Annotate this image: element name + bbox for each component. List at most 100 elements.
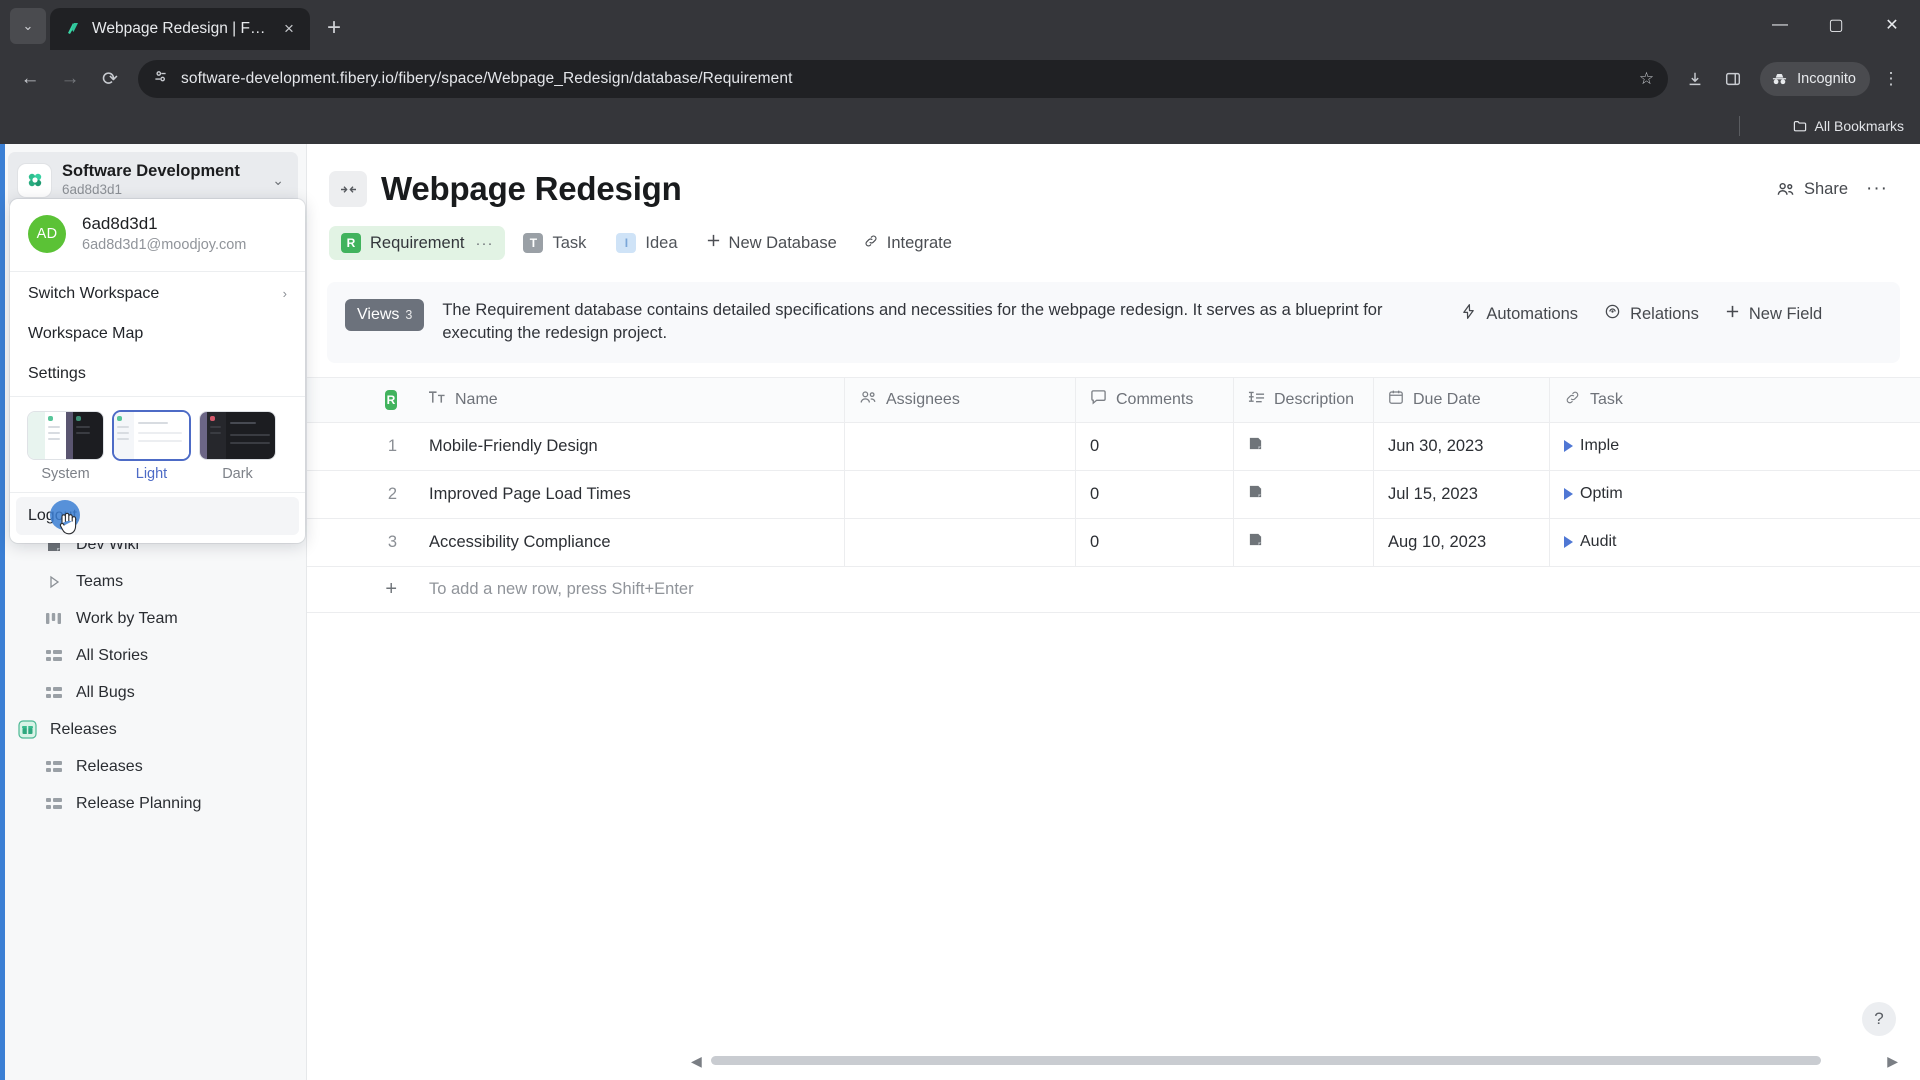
sidebar-item-teams[interactable]: Teams <box>6 563 299 600</box>
new-database-button[interactable]: New Database <box>696 233 847 253</box>
scroll-right-icon[interactable]: ▶ <box>1887 1053 1898 1070</box>
database-badge: I <box>616 233 637 253</box>
incognito-label: Incognito <box>1797 71 1856 87</box>
relations-button[interactable]: Relations <box>1604 303 1699 325</box>
column-header-task[interactable]: Task <box>1550 378 1750 422</box>
cell-name[interactable]: Accessibility Compliance <box>415 518 845 566</box>
column-header-name[interactable]: Name <box>415 377 845 422</box>
automations-button[interactable]: Automations <box>1460 303 1578 325</box>
cell-task[interactable]: Imple <box>1550 423 1750 470</box>
cell-task[interactable]: Audit <box>1550 519 1750 566</box>
forward-icon[interactable]: → <box>52 61 88 97</box>
incognito-indicator[interactable]: Incognito <box>1760 62 1870 96</box>
add-row-button[interactable]: + To add a new row, press Shift+Enter <box>307 567 1920 613</box>
chevron-right-icon: › <box>282 286 287 302</box>
chevron-down-icon[interactable]: ⌄ <box>272 172 288 189</box>
new-tab-button[interactable]: + <box>318 12 350 44</box>
integrate-button[interactable]: Integrate <box>853 233 962 254</box>
window-close-button[interactable]: ✕ <box>1864 0 1920 50</box>
theme-label: Dark <box>222 465 253 482</box>
column-header-description[interactable]: Description <box>1234 377 1374 422</box>
back-icon[interactable]: ← <box>12 61 48 97</box>
cell-description[interactable] <box>1234 470 1374 518</box>
relations-label: Relations <box>1630 304 1699 323</box>
tab-strip: ⌄ Webpage Redesign | Fibery × + — ▢ ✕ <box>0 0 1920 50</box>
cell-assignees[interactable] <box>845 422 1076 470</box>
grid-table: R Name Assignees Comments Description Du… <box>307 376 1920 613</box>
column-header-due-date[interactable]: Due Date <box>1374 377 1550 422</box>
close-icon[interactable]: × <box>278 18 300 40</box>
maximize-button[interactable]: ▢ <box>1808 0 1864 50</box>
scrollbar-thumb[interactable] <box>711 1056 1821 1065</box>
task-flag-icon <box>1564 440 1573 453</box>
browser-tab[interactable]: Webpage Redesign | Fibery × <box>50 8 310 50</box>
divider <box>1739 116 1740 136</box>
cell-name[interactable]: Improved Page Load Times <box>415 470 845 518</box>
sidebar-item-all-bugs[interactable]: All Bugs <box>6 674 299 711</box>
sidebar-item-label: All Bugs <box>76 683 135 701</box>
sidebar-item-releases[interactable]: Releases <box>6 748 299 785</box>
menu-item-settings[interactable]: Settings <box>10 354 305 394</box>
tab-more-icon[interactable]: ··· <box>475 235 493 252</box>
account-row[interactable]: AD 6ad8d3d1 6ad8d3d1@moodjoy.com <box>10 199 305 269</box>
new-field-button[interactable]: New Field <box>1725 304 1822 324</box>
table-row[interactable]: 1 Mobile-Friendly Design 0 Jun 30, 2023 … <box>307 422 1920 471</box>
tab-requirement[interactable]: R Requirement ··· <box>329 226 506 260</box>
table-row[interactable]: 3 Accessibility Compliance 0 Aug 10, 202… <box>307 518 1920 567</box>
minimize-button[interactable]: — <box>1752 0 1808 50</box>
column-header-comments[interactable]: Comments <box>1076 377 1234 422</box>
table-row[interactable]: 2 Improved Page Load Times 0 Jul 15, 202… <box>307 470 1920 519</box>
sidebar-item-all-stories[interactable]: All Stories <box>6 637 299 674</box>
theme-option-dark[interactable]: Dark <box>200 411 275 482</box>
reload-icon[interactable]: ⟳ <box>92 61 128 97</box>
new-database-label: New Database <box>728 233 837 252</box>
help-button[interactable]: ? <box>1862 1002 1896 1036</box>
scroll-left-icon[interactable]: ◀ <box>691 1053 702 1070</box>
sidebar-item-releases-space[interactable]: Releases <box>6 711 299 748</box>
people-icon <box>859 390 877 410</box>
tab-task[interactable]: T Task <box>511 226 598 260</box>
site-settings-icon[interactable] <box>152 68 169 90</box>
share-button[interactable]: Share <box>1776 180 1848 199</box>
cell-due-date[interactable]: Aug 10, 2023 <box>1374 518 1550 566</box>
horizontal-scrollbar[interactable]: ◀ ▶ <box>603 1053 1898 1069</box>
column-header-assignees[interactable]: Assignees <box>845 377 1076 422</box>
database-badge: T <box>523 233 544 253</box>
cell-description[interactable] <box>1234 518 1374 566</box>
cell-description[interactable] <box>1234 422 1374 470</box>
cell-comments[interactable]: 0 <box>1076 422 1234 470</box>
collapse-sidebar-button[interactable] <box>329 171 367 207</box>
cell-assignees[interactable] <box>845 470 1076 518</box>
cell-comments[interactable]: 0 <box>1076 518 1234 566</box>
download-icon[interactable] <box>1678 62 1712 96</box>
bolt-icon <box>1460 303 1477 325</box>
browser-menu-icon[interactable]: ⋮ <box>1874 62 1908 96</box>
cell-comments[interactable]: 0 <box>1076 470 1234 518</box>
sidebar-item-release-planning[interactable]: Release Planning <box>6 785 299 822</box>
avatar: AD <box>28 214 66 253</box>
theme-option-system[interactable]: System <box>28 411 103 482</box>
menu-item-logout[interactable]: Logout <box>16 496 299 535</box>
cell-task[interactable]: Optim <box>1550 471 1750 518</box>
side-panel-icon[interactable] <box>1716 62 1750 96</box>
tab-search-button[interactable]: ⌄ <box>10 8 46 44</box>
bookmark-star-icon[interactable]: ☆ <box>1639 69 1654 89</box>
cell-assignees[interactable] <box>845 518 1076 566</box>
theme-option-light[interactable]: Light <box>114 411 189 482</box>
cell-name[interactable]: Mobile-Friendly Design <box>415 422 845 470</box>
address-bar[interactable]: software-development.fibery.io/fibery/sp… <box>138 60 1669 98</box>
more-options-icon[interactable]: ··· <box>1866 178 1892 200</box>
tab-idea[interactable]: I Idea <box>604 226 689 260</box>
task-chip: Optim <box>1564 485 1623 503</box>
page-viewport: Software Development 6ad8d3d1 ⌄ Tasks by… <box>0 144 1920 1080</box>
views-button[interactable]: Views 3 <box>345 299 425 331</box>
theme-label: System <box>41 465 90 482</box>
sidebar-item-label: Releases <box>76 757 143 775</box>
menu-item-workspace-map[interactable]: Workspace Map <box>10 314 305 354</box>
all-bookmarks-button[interactable]: All Bookmarks <box>1792 118 1904 134</box>
sidebar-item-work-by-team[interactable]: Work by Team <box>6 600 299 637</box>
menu-item-switch-workspace[interactable]: Switch Workspace › <box>10 274 305 314</box>
task-chip: Imple <box>1564 437 1619 455</box>
cell-due-date[interactable]: Jun 30, 2023 <box>1374 422 1550 470</box>
cell-due-date[interactable]: Jul 15, 2023 <box>1374 470 1550 518</box>
